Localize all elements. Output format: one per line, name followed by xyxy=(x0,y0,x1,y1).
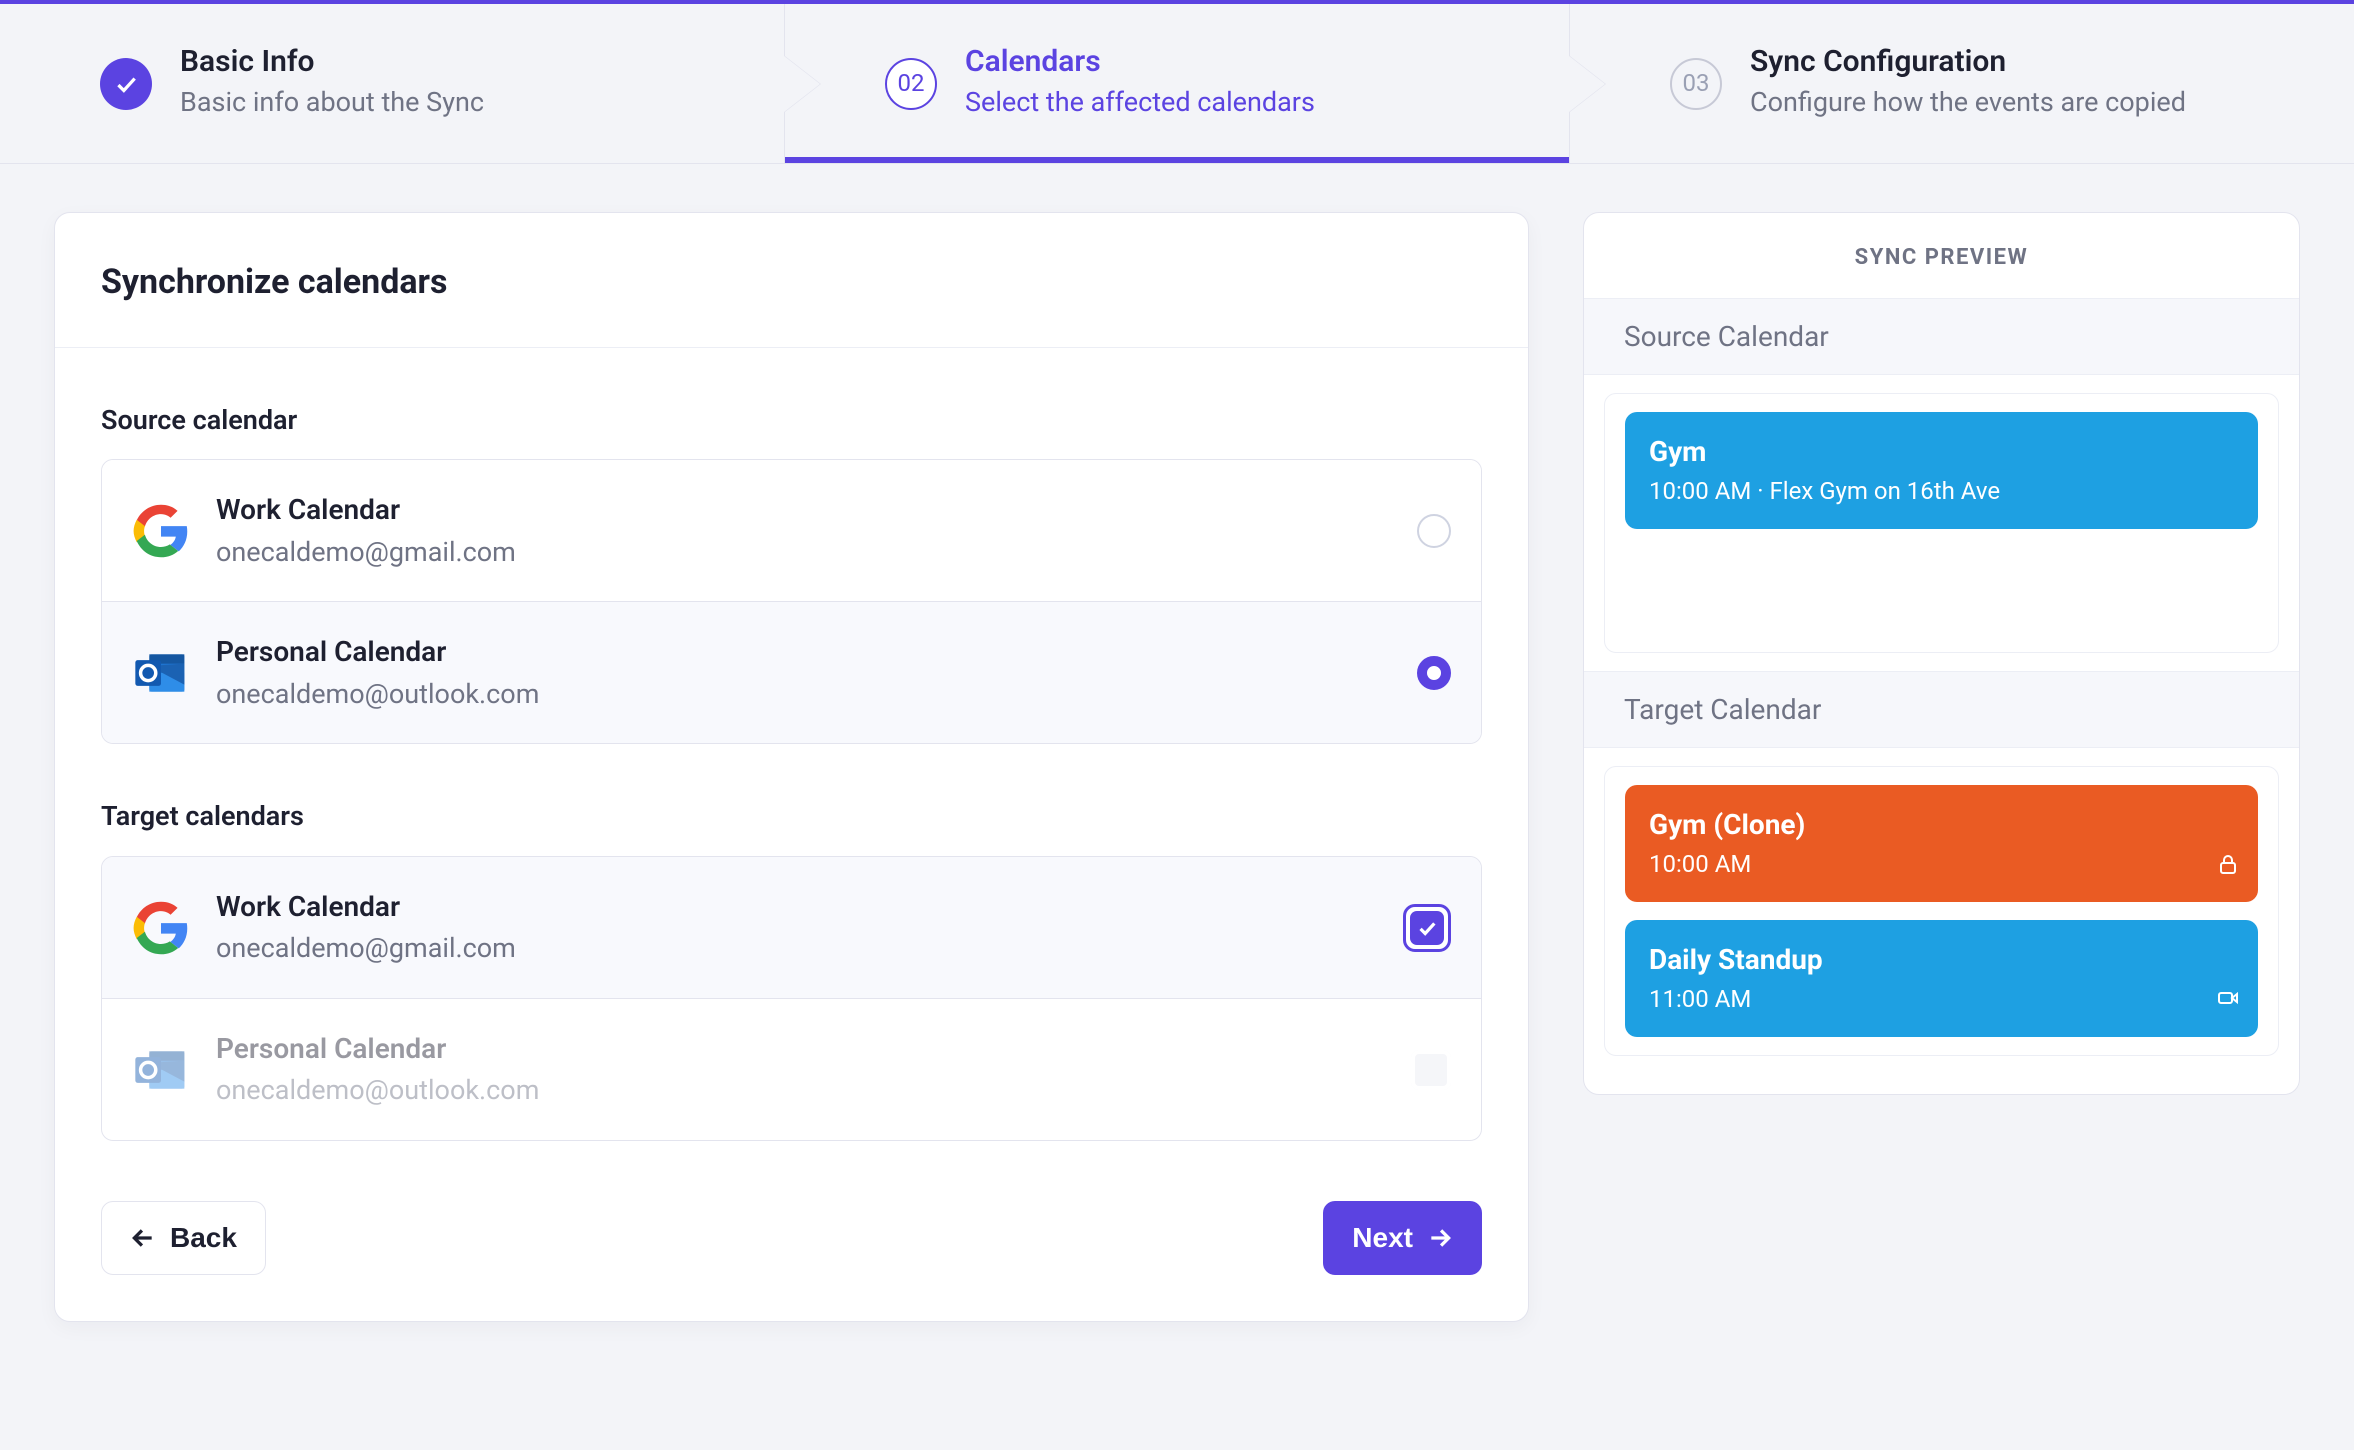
google-icon xyxy=(132,502,190,560)
step-subtitle: Select the affected calendars xyxy=(965,84,1315,122)
source-calendar-list: Work Calendar onecaldemo@gmail.com xyxy=(101,459,1482,744)
radio-off-icon[interactable] xyxy=(1417,514,1451,548)
target-calendar-row[interactable]: Work Calendar onecaldemo@gmail.com xyxy=(102,857,1481,999)
event-subtitle: 11:00 AM xyxy=(1649,983,2234,1017)
preview-target-label: Target Calendar xyxy=(1584,671,2299,748)
calendar-selection-card: Synchronize calendars Source calendar Wo… xyxy=(54,212,1529,1322)
source-calendar-label: Source calendar xyxy=(101,402,1482,440)
step-number-badge: 03 xyxy=(1670,58,1722,110)
next-button-label: Next xyxy=(1352,1222,1413,1254)
step-number-badge: 02 xyxy=(885,58,937,110)
event-subtitle: 10:00 AM · Flex Gym on 16th Ave xyxy=(1649,475,2234,509)
target-calendar-row: Personal Calendar onecaldemo@outlook.com xyxy=(102,999,1481,1140)
google-icon xyxy=(132,899,190,957)
preview-event: Daily Standup 11:00 AM xyxy=(1625,920,2258,1037)
step-subtitle: Basic info about the Sync xyxy=(180,84,484,122)
calendar-name: Work Calendar xyxy=(216,887,1377,926)
target-calendar-label: Target calendars xyxy=(101,798,1482,836)
event-title: Gym xyxy=(1649,432,2234,471)
arrow-left-icon xyxy=(130,1225,156,1251)
arrow-right-icon xyxy=(1427,1225,1453,1251)
event-title: Daily Standup xyxy=(1649,940,2234,979)
calendar-name: Personal Calendar xyxy=(216,1029,1385,1068)
video-icon xyxy=(2216,984,2240,1020)
preview-source-label: Source Calendar xyxy=(1584,298,2299,375)
radio-on-icon[interactable] xyxy=(1417,656,1451,690)
source-calendar-row[interactable]: Personal Calendar onecaldemo@outlook.com xyxy=(102,602,1481,743)
event-subtitle: 10:00 AM xyxy=(1649,848,2234,882)
target-calendar-list: Work Calendar onecaldemo@gmail.com xyxy=(101,856,1482,1141)
step-subtitle: Configure how the events are copied xyxy=(1750,84,2186,122)
page-title: Synchronize calendars xyxy=(55,213,1528,348)
outlook-icon xyxy=(132,1041,190,1099)
step-basic-info[interactable]: Basic Info Basic info about the Sync xyxy=(0,4,785,163)
step-sync-config[interactable]: 03 Sync Configuration Configure how the … xyxy=(1570,4,2354,163)
lock-icon xyxy=(2216,850,2240,886)
step-title: Basic Info xyxy=(180,45,484,80)
preview-source-events: Gym 10:00 AM · Flex Gym on 16th Ave xyxy=(1604,393,2279,653)
calendar-email: onecaldemo@gmail.com xyxy=(216,534,1391,572)
calendar-email: onecaldemo@outlook.com xyxy=(216,676,1391,714)
check-icon xyxy=(100,58,152,110)
calendar-name: Personal Calendar xyxy=(216,632,1391,671)
preview-heading: SYNC PREVIEW xyxy=(1584,213,2299,298)
next-button[interactable]: Next xyxy=(1323,1201,1482,1275)
calendar-name: Work Calendar xyxy=(216,490,1391,529)
event-title: Gym (Clone) xyxy=(1649,805,2234,844)
step-title: Sync Configuration xyxy=(1750,45,2186,80)
calendar-email: onecaldemo@gmail.com xyxy=(216,930,1377,968)
preview-target-events: Gym (Clone) 10:00 AM Daily Standup 11:00… xyxy=(1604,766,2279,1056)
preview-event: Gym (Clone) 10:00 AM xyxy=(1625,785,2258,902)
source-calendar-row[interactable]: Work Calendar onecaldemo@gmail.com xyxy=(102,460,1481,602)
preview-event: Gym 10:00 AM · Flex Gym on 16th Ave xyxy=(1625,412,2258,529)
outlook-icon xyxy=(132,644,190,702)
calendar-email: onecaldemo@outlook.com xyxy=(216,1072,1385,1110)
wizard-stepper: Basic Info Basic info about the Sync 02 … xyxy=(0,4,2354,164)
step-title: Calendars xyxy=(965,45,1315,80)
sync-preview-card: SYNC PREVIEW Source Calendar Gym 10:00 A… xyxy=(1583,212,2300,1095)
step-calendars[interactable]: 02 Calendars Select the affected calenda… xyxy=(785,4,1570,163)
checkbox-on-icon[interactable] xyxy=(1403,904,1451,952)
back-button-label: Back xyxy=(170,1222,237,1254)
checkbox-disabled-icon xyxy=(1411,1050,1451,1090)
back-button[interactable]: Back xyxy=(101,1201,266,1275)
